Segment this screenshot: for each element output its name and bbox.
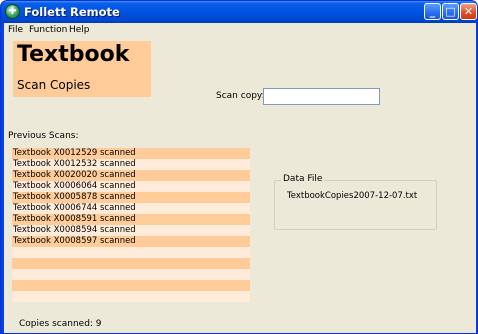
- data-file-group: Data File TextbookCopies2007-12-07.txt: [274, 174, 437, 230]
- list-item[interactable]: Textbook X0020020 scanned: [12, 170, 250, 181]
- close-button[interactable]: ✕: [460, 3, 477, 20]
- menu-function[interactable]: Function: [29, 23, 67, 37]
- scan-copy-input[interactable]: [263, 88, 380, 105]
- minimize-button[interactable]: _: [424, 3, 441, 20]
- minimize-icon: _: [429, 5, 436, 18]
- list-item[interactable]: Textbook X0008597 scanned: [12, 236, 250, 247]
- list-item[interactable]: Textbook X0006744 scanned: [12, 203, 250, 214]
- previous-scans-list[interactable]: Textbook X0012529 scanned Textbook X0012…: [12, 148, 250, 302]
- list-item[interactable]: [12, 247, 250, 258]
- list-item[interactable]: Textbook X0006064 scanned: [12, 181, 250, 192]
- menu-bar: File Function Help: [4, 23, 476, 37]
- header-banner: Textbook Scan Copies: [13, 41, 151, 97]
- list-item[interactable]: [12, 280, 250, 291]
- app-icon[interactable]: ✚: [5, 4, 20, 19]
- scan-copy-label: Scan copy:: [216, 91, 265, 101]
- menu-file[interactable]: File: [8, 23, 23, 37]
- list-item[interactable]: Textbook X0005878 scanned: [12, 192, 250, 203]
- list-item[interactable]: Textbook X0012532 scanned: [12, 159, 250, 170]
- copies-scanned-status: Copies scanned: 9: [19, 319, 102, 329]
- list-item[interactable]: Textbook X0008594 scanned: [12, 225, 250, 236]
- window-title: Follett Remote: [24, 5, 120, 19]
- page-subtitle: Scan Copies: [17, 78, 91, 92]
- title-bar[interactable]: ✚ Follett Remote _ □ ✕: [1, 1, 477, 23]
- maximize-icon: □: [445, 5, 456, 18]
- data-file-legend: Data File: [281, 174, 325, 184]
- list-item[interactable]: [12, 291, 250, 302]
- list-item[interactable]: Textbook X0008591 scanned: [12, 214, 250, 225]
- list-item[interactable]: Textbook X0012529 scanned: [12, 148, 250, 159]
- list-item[interactable]: [12, 269, 250, 280]
- app-window: ✚ Follett Remote _ □ ✕ File Function Hel…: [0, 0, 478, 334]
- main-panel: Textbook Scan Copies Scan copy: Previous…: [4, 37, 476, 333]
- page-title: Textbook: [17, 42, 130, 67]
- previous-scans-label: Previous Scans:: [8, 131, 79, 141]
- data-file-name: TextbookCopies2007-12-07.txt: [287, 191, 418, 201]
- list-item[interactable]: [12, 258, 250, 269]
- menu-help[interactable]: Help: [69, 23, 90, 37]
- close-icon: ✕: [463, 5, 474, 18]
- maximize-button[interactable]: □: [442, 3, 459, 20]
